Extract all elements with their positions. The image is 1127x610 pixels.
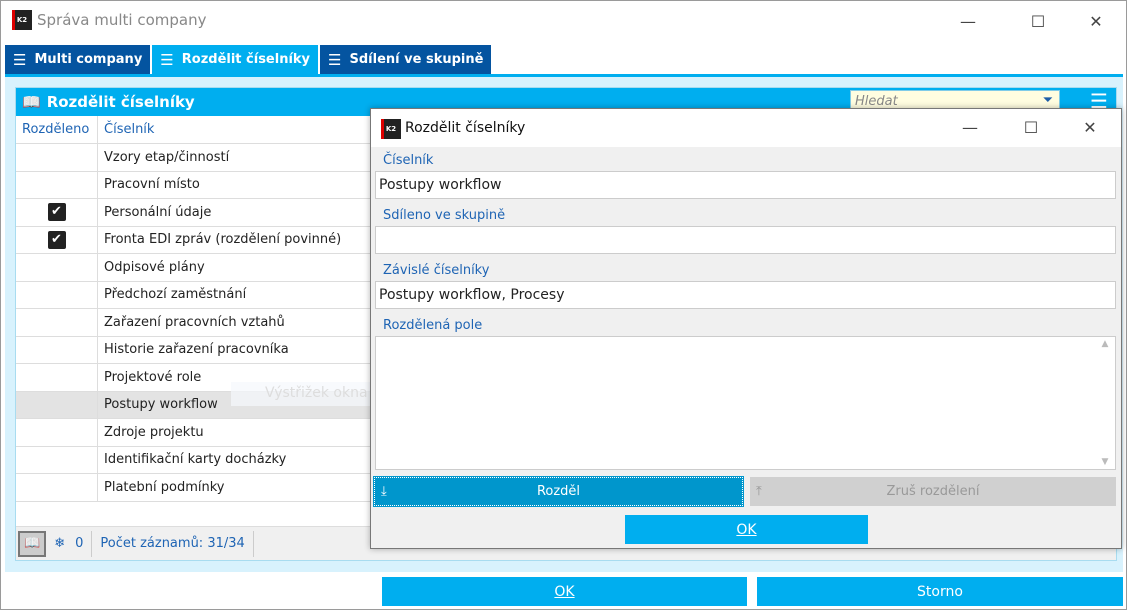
ciselnik-cell: Zdroje projektu: [104, 424, 204, 440]
window-title: Správa multi company: [37, 11, 207, 29]
tab-bar: ☰ Multi company ☰ Rozdělit číselníky ☰ Sdíl…: [5, 45, 492, 74]
record-count: Počet záznamů: 31/34: [92, 530, 254, 557]
dialog-minimize-button[interactable]: —: [947, 113, 993, 141]
filter-icon[interactable]: ⏷: [1043, 93, 1053, 108]
tab-label: Rozdělit číselníky: [181, 52, 311, 67]
rozdeleno-cell[interactable]: [16, 419, 98, 446]
marked-records[interactable]: ❄ 0: [46, 530, 93, 557]
scroll-down-icon[interactable]: ▼: [1102, 457, 1109, 467]
sdileno-label: Sdíleno ve skupině: [383, 208, 506, 223]
k2-logo: K2: [381, 119, 401, 139]
rozdeleno-cell[interactable]: [16, 254, 98, 281]
rozdeleno-cell[interactable]: [16, 281, 98, 308]
dialog-title-bar: K2 Rozdělit číselníky — ☐ ✕: [371, 109, 1121, 147]
split-dialog: K2 Rozdělit číselníky — ☐ ✕ Číselník Pos…: [370, 108, 1122, 549]
main-window: K2 Správa multi company — ☐ ✕ ☰ Multi com…: [0, 0, 1127, 610]
book-icon: 📖: [22, 93, 41, 111]
tab-label: Multi company: [34, 52, 143, 67]
ciselnik-cell: Personální údaje: [104, 204, 212, 220]
scrollbar[interactable]: ▲ ▼: [1097, 339, 1113, 467]
rozdeleno-cell[interactable]: [16, 336, 98, 363]
dialog-ok-button[interactable]: OK: [625, 515, 868, 544]
tab-multi-company[interactable]: ☰ Multi company: [5, 45, 151, 74]
storno-label: Storno: [917, 583, 963, 600]
ciselnik-label: Číselník: [383, 153, 434, 168]
marked-count: 0: [75, 536, 84, 551]
zrus-label: Zruš rozdělení: [886, 484, 980, 499]
ciselnik-cell: Pracovní místo: [104, 177, 200, 193]
ciselnik-cell: Předchozí zaměstnání: [104, 287, 247, 303]
dialog-title: Rozdělit číselníky: [405, 120, 526, 136]
rozdeleno-cell[interactable]: [16, 474, 98, 501]
rozdel-button[interactable]: ⤓ Rozděl: [373, 476, 744, 507]
ciselnik-cell: Vzory etap/činností: [104, 149, 230, 165]
close-button[interactable]: ✕: [1073, 7, 1119, 35]
ciselnik-cell: Identifikační karty docházky: [104, 452, 287, 468]
rozdeleno-cell[interactable]: [16, 171, 98, 198]
ciselnik-cell: Historie zařazení pracovníka: [104, 342, 289, 358]
ok-button[interactable]: OK: [382, 577, 747, 606]
ciselnik-cell: Postupy workflow: [104, 397, 218, 413]
snowflake-icon: ❄: [54, 536, 66, 551]
ciselnik-cell: Zařazení pracovních vztahů: [104, 314, 285, 330]
column-header-ciselnik[interactable]: Číselník: [98, 116, 160, 143]
rozdeleno-cell[interactable]: ✔: [16, 226, 98, 253]
k2-logo: K2: [12, 10, 32, 30]
search-placeholder: Hledat: [855, 94, 898, 109]
list-icon: ☰: [160, 50, 174, 69]
list-icon: ☰: [13, 50, 27, 69]
book-view-button[interactable]: 📖: [18, 530, 47, 557]
check-icon: ✔: [47, 230, 66, 249]
zavisle-label: Závislé číselníky: [383, 263, 490, 278]
title-bar: K2 Správa multi company — ☐ ✕: [1, 1, 1126, 41]
rozdeleno-cell[interactable]: ✔: [16, 199, 98, 226]
check-icon: ✔: [47, 203, 66, 222]
tab-label: Sdílení ve skupině: [349, 52, 484, 67]
rozdeleno-cell[interactable]: [16, 364, 98, 391]
rozdel-label: Rozděl: [536, 484, 581, 499]
column-header-rozdeleno[interactable]: Rozděleno: [16, 116, 98, 143]
zavisle-field[interactable]: Postupy workflow, Procesy: [375, 281, 1116, 309]
rozdeleno-cell[interactable]: [16, 446, 98, 473]
dialog-close-button[interactable]: ✕: [1067, 113, 1113, 141]
minimize-button[interactable]: —: [945, 7, 991, 35]
ciselnik-cell: Platební podmínky: [104, 479, 225, 495]
rozdeleno-cell[interactable]: [16, 309, 98, 336]
tab-sdileni-ve-skupine[interactable]: ☰ Sdílení ve skupině: [320, 45, 492, 74]
dialog-ok-label: OK: [736, 521, 757, 538]
scroll-up-icon[interactable]: ▲: [1102, 339, 1109, 349]
rozdelena-pole-field[interactable]: ▲ ▼: [375, 336, 1116, 470]
ciselnik-cell: Odpisové plány: [104, 259, 205, 275]
sdileno-field[interactable]: [375, 226, 1116, 254]
book-icon: 📖: [24, 536, 41, 551]
panel-title: Rozdělit číselníky: [46, 93, 195, 111]
ok-label: OK: [554, 583, 575, 600]
unsplit-up-icon: ⤒: [756, 484, 762, 499]
tab-rozdelit-ciselniky[interactable]: ☰ Rozdělit číselníky: [152, 45, 319, 74]
dialog-maximize-button[interactable]: ☐: [1008, 113, 1054, 141]
storno-button[interactable]: Storno: [757, 577, 1123, 606]
ciselnik-field[interactable]: Postupy workflow: [375, 171, 1116, 199]
maximize-button[interactable]: ☐: [1015, 7, 1061, 35]
ciselnik-cell: Projektové role: [104, 369, 202, 385]
rozdeleno-cell[interactable]: [16, 144, 98, 171]
list-icon: ☰: [328, 50, 342, 69]
ciselnik-cell: Fronta EDI zpráv (rozdělení povinné): [104, 232, 342, 248]
split-down-icon: ⤓: [381, 484, 387, 499]
zrus-rozdeleni-button[interactable]: ⤒ Zruš rozdělení: [750, 477, 1116, 506]
rozdeleno-cell[interactable]: [16, 391, 98, 418]
rozdelena-pole-label: Rozdělená pole: [383, 318, 483, 333]
